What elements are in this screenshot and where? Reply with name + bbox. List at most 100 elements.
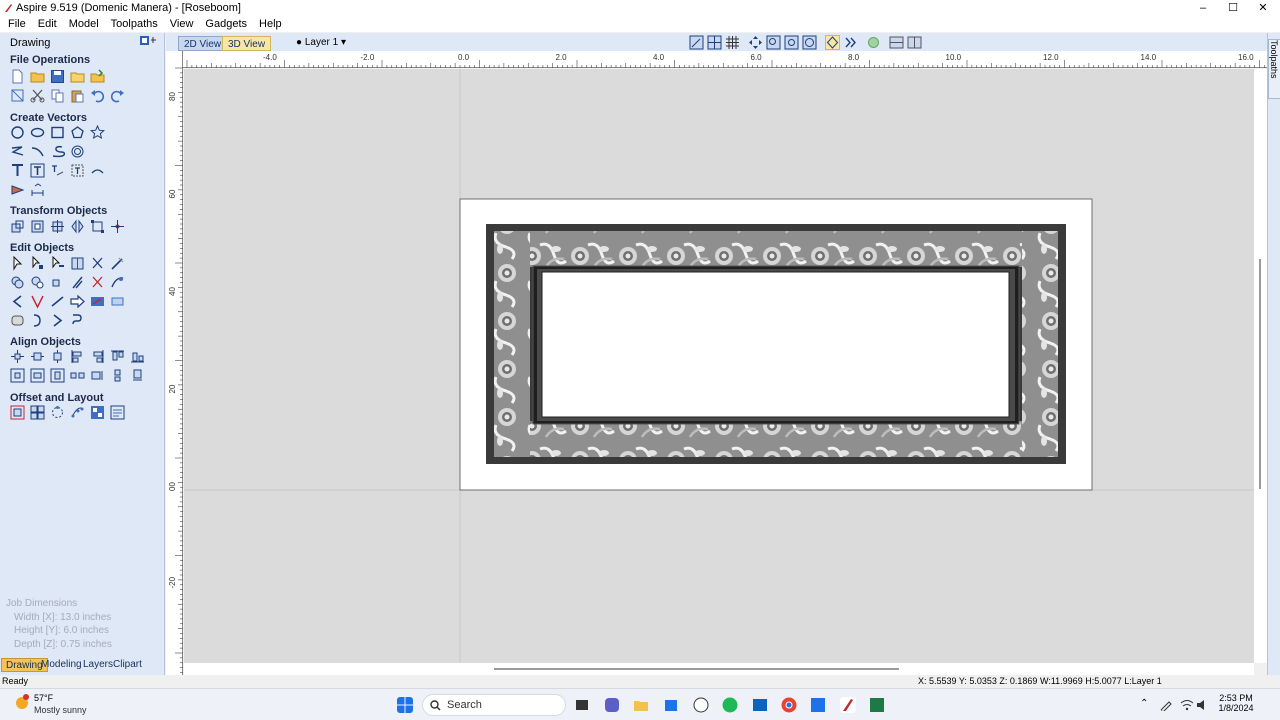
import-icon[interactable] <box>90 69 105 84</box>
cut-icon[interactable] <box>30 88 45 103</box>
tab-2d-view[interactable]: 2D View <box>178 36 228 51</box>
offset-icon[interactable] <box>10 405 25 420</box>
calendar-icon[interactable] <box>810 697 826 713</box>
file-explorer-icon[interactable] <box>633 697 649 713</box>
vertical-scroll-thumb[interactable] <box>1259 259 1261 489</box>
mirror-icon[interactable] <box>70 219 85 234</box>
chat-icon[interactable] <box>604 697 620 713</box>
measure-icon[interactable] <box>30 182 45 197</box>
snap-icon[interactable] <box>825 35 840 50</box>
subtract-icon[interactable] <box>30 275 45 290</box>
distribute-horiz-icon[interactable] <box>70 368 85 383</box>
distribute-bottom-icon[interactable] <box>130 368 145 383</box>
zoom-to-box-icon[interactable] <box>689 35 704 50</box>
distribute-right-icon[interactable] <box>90 368 105 383</box>
menu-file[interactable]: File <box>0 16 32 32</box>
windows-start-icon[interactable] <box>397 697 413 713</box>
snap-options-icon[interactable] <box>843 35 858 50</box>
new-file-icon[interactable] <box>10 69 25 84</box>
menu-toolpaths[interactable]: Toolpaths <box>105 16 164 32</box>
close-button[interactable]: ✕ <box>1248 0 1278 16</box>
weld-icon[interactable] <box>10 275 25 290</box>
node-edit-icon[interactable] <box>30 256 45 271</box>
curve-icon[interactable] <box>50 144 65 159</box>
scissors-red-icon[interactable] <box>90 275 105 290</box>
zoom-selected-icon[interactable] <box>802 35 817 50</box>
horizontal-scroll-thumb[interactable] <box>494 668 899 670</box>
text-box-icon[interactable] <box>30 163 45 178</box>
redo-icon[interactable] <box>110 88 125 103</box>
menu-edit[interactable]: Edit <box>32 16 63 32</box>
create-offset-icon[interactable] <box>90 294 105 309</box>
align-left-icon[interactable] <box>70 349 85 364</box>
copy-along-vector-icon[interactable] <box>70 405 85 420</box>
fillet-corner-icon[interactable] <box>30 294 45 309</box>
task-view-icon[interactable] <box>574 697 590 713</box>
system-clock[interactable]: 2:53 PM 1/8/2024 <box>1214 693 1258 713</box>
space-vert-icon[interactable] <box>50 368 65 383</box>
set-size-icon[interactable] <box>30 219 45 234</box>
vertical-scrollbar[interactable] <box>1254 69 1267 663</box>
bracket-icon[interactable] <box>30 313 45 328</box>
align-right-icon[interactable] <box>90 349 105 364</box>
circular-array-icon[interactable] <box>50 405 65 420</box>
align-bottom-icon[interactable] <box>130 349 145 364</box>
array-copy-icon[interactable] <box>30 405 45 420</box>
spotify-icon[interactable] <box>722 697 738 713</box>
extend-icon[interactable] <box>50 294 65 309</box>
lighting-icon[interactable] <box>866 35 881 50</box>
split-view-icon[interactable] <box>907 35 922 50</box>
aspire-taskbar-icon[interactable] <box>840 697 856 713</box>
center-vert-icon[interactable] <box>50 349 65 364</box>
polyline-icon[interactable] <box>10 144 25 159</box>
tab-clipart[interactable]: Clipart <box>109 658 146 672</box>
align-top-icon[interactable] <box>110 349 125 364</box>
horizontal-scrollbar[interactable] <box>184 663 1254 675</box>
star-icon[interactable] <box>90 125 105 140</box>
excel-icon[interactable] <box>869 697 885 713</box>
menu-help[interactable]: Help <box>253 16 288 32</box>
center-horiz-icon[interactable] <box>30 349 45 364</box>
tab-3d-view[interactable]: 3D View <box>222 36 272 51</box>
open-folder-icon[interactable] <box>70 69 85 84</box>
curve-fit-icon[interactable] <box>110 275 125 290</box>
transform-icon[interactable] <box>110 219 125 234</box>
zoom-in-icon[interactable] <box>766 35 781 50</box>
arrow-icon[interactable] <box>70 294 85 309</box>
spiral-icon[interactable] <box>70 144 85 159</box>
grid-icon[interactable] <box>725 35 740 50</box>
panel-pin-icon[interactable] <box>140 35 160 49</box>
rectangle-icon[interactable] <box>50 125 65 140</box>
bend-text-icon[interactable] <box>90 163 105 178</box>
wifi-icon[interactable] <box>1180 698 1194 712</box>
minimize-button[interactable]: – <box>1188 0 1218 16</box>
tab-toolpaths[interactable]: Toolpaths <box>1268 39 1280 99</box>
scissors-icon[interactable] <box>90 256 105 271</box>
trim-vectors-icon[interactable] <box>70 256 85 271</box>
paste-icon[interactable] <box>70 88 85 103</box>
copy-icon[interactable] <box>50 88 65 103</box>
join-vectors-icon[interactable] <box>70 313 85 328</box>
ellipse-icon[interactable] <box>30 125 45 140</box>
auto-layout-icon[interactable] <box>110 405 125 420</box>
distribute-top-icon[interactable] <box>110 368 125 383</box>
undo-icon[interactable] <box>90 88 105 103</box>
chrome-icon[interactable] <box>781 697 797 713</box>
polygon-icon[interactable] <box>70 125 85 140</box>
pen-icon[interactable] <box>1160 699 1172 711</box>
arc-icon[interactable] <box>30 144 45 159</box>
pan-icon[interactable] <box>748 35 763 50</box>
center-in-material-icon[interactable] <box>10 368 25 383</box>
space-horiz-icon[interactable] <box>30 368 45 383</box>
rotate-icon[interactable] <box>50 219 65 234</box>
store-icon[interactable] <box>663 697 679 713</box>
align-center-icon[interactable] <box>10 349 25 364</box>
menu-gadgets[interactable]: Gadgets <box>199 16 253 32</box>
intersect-icon[interactable] <box>50 275 65 290</box>
maximize-button[interactable]: ☐ <box>1218 0 1248 16</box>
rounded-rect-icon[interactable] <box>10 313 25 328</box>
distort-icon[interactable] <box>90 219 105 234</box>
circle-icon[interactable] <box>10 125 25 140</box>
auto-layout-text-icon[interactable] <box>70 163 85 178</box>
layout-icon[interactable] <box>889 35 904 50</box>
